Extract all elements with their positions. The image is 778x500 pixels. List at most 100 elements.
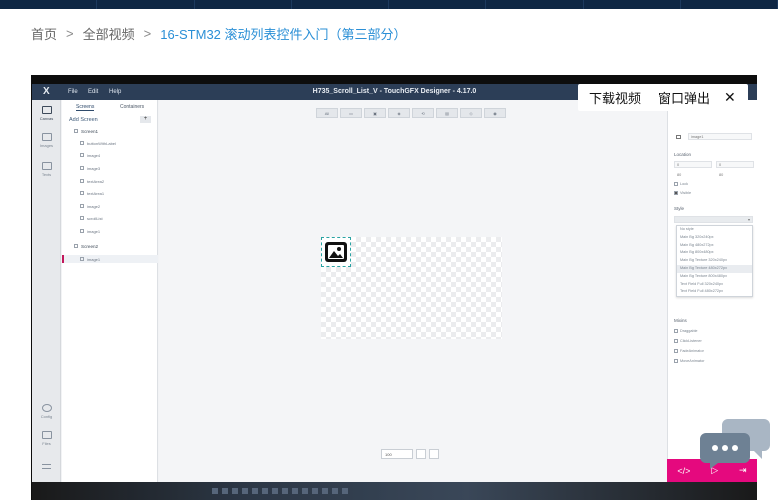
- mixin-fadeanimator[interactable]: FadeAnimator: [674, 349, 704, 353]
- video-player[interactable]: X File Edit Help H735_Scroll_List_V - To…: [31, 75, 757, 500]
- rail-files[interactable]: Files: [32, 431, 61, 446]
- zoom-select[interactable]: 100: [381, 449, 413, 459]
- breadcrumb-all-videos[interactable]: 全部视频: [83, 24, 135, 43]
- style-option[interactable]: Main Bg Texture 800x480px: [677, 273, 752, 281]
- design-canvas[interactable]: All ▭ ▣ ◈ ⟲ ▤ ◇ ◉ 100: [159, 100, 667, 482]
- tab-containers[interactable]: Containers: [120, 104, 144, 110]
- tool-shape[interactable]: ◇: [460, 108, 482, 118]
- tree-screen1[interactable]: Screen1: [62, 127, 158, 135]
- tree-node[interactable]: image2: [62, 202, 158, 210]
- style-option[interactable]: Main Bg 480x272px: [677, 242, 752, 250]
- x-field[interactable]: 0: [674, 161, 712, 168]
- style-select[interactable]: ▾: [674, 216, 753, 223]
- checkbox-icon: [674, 339, 678, 343]
- tree-node[interactable]: textArea2: [62, 177, 158, 185]
- tool-image[interactable]: ▣: [364, 108, 386, 118]
- widget-icon: [80, 179, 84, 183]
- tool-interaction[interactable]: ⟲: [412, 108, 434, 118]
- h-field[interactable]: 80: [716, 171, 754, 178]
- video-frame-touchgfx: X File Edit Help H735_Scroll_List_V - To…: [32, 84, 757, 482]
- tree-node-selected[interactable]: image1: [62, 255, 158, 263]
- code-icon[interactable]: </>: [677, 466, 690, 476]
- tree-node[interactable]: textArea1: [62, 189, 158, 197]
- rail-menu[interactable]: [32, 464, 61, 469]
- w-field[interactable]: 80: [674, 171, 712, 178]
- screens-tree-panel: Screens Containers Add Screen + Screen1 …: [62, 100, 158, 482]
- checkbox-icon: [674, 182, 678, 186]
- add-screen-label: Add Screen: [69, 117, 98, 123]
- style-dropdown-list: No style Main Bg 320x240px Main Bg 480x2…: [676, 225, 753, 297]
- chat-bubble-icon[interactable]: [698, 417, 772, 469]
- widget-image-icon: [676, 135, 681, 139]
- image-widget[interactable]: [321, 237, 351, 267]
- tool-container[interactable]: ▤: [436, 108, 458, 118]
- breadcrumb-separator: >: [66, 26, 74, 41]
- tool-all[interactable]: All: [316, 108, 338, 118]
- style-option[interactable]: No style: [677, 226, 752, 234]
- tree-node[interactable]: buttonWithLabel: [62, 139, 158, 147]
- style-option[interactable]: Text Field Full 480x272px: [677, 288, 752, 296]
- fit-icon[interactable]: [416, 449, 426, 459]
- widget-icon: [80, 257, 84, 261]
- screen-icon: [74, 129, 78, 133]
- style-section-label: Style: [674, 206, 685, 211]
- breadcrumb-separator: >: [143, 26, 152, 41]
- screen-icon: [74, 244, 78, 248]
- tree-node[interactable]: image4: [62, 151, 158, 159]
- actual-size-icon[interactable]: [429, 449, 439, 459]
- add-screen-button[interactable]: +: [140, 116, 151, 123]
- breadcrumb-home[interactable]: 首页: [31, 24, 57, 43]
- checkbox-icon: [674, 329, 678, 333]
- canvas-toolbar: All ▭ ▣ ◈ ⟲ ▤ ◇ ◉: [316, 108, 506, 118]
- rail-canvas[interactable]: Canvas: [32, 106, 61, 121]
- style-option-hover[interactable]: Main Bg Texture 480x272px: [677, 264, 752, 273]
- lock-checkbox[interactable]: Lock: [674, 182, 688, 186]
- tree-node[interactable]: scrollList: [62, 214, 158, 222]
- rail-images[interactable]: Images: [32, 133, 61, 148]
- widget-icon: [80, 153, 84, 157]
- widget-icon: [80, 141, 84, 145]
- video-taskbar-strip: [32, 482, 757, 500]
- widget-icon: [80, 166, 84, 170]
- chevron-down-icon: ▾: [747, 217, 750, 222]
- mixin-moveanimator[interactable]: MoveAnimator: [674, 359, 704, 363]
- popout-window-button[interactable]: 窗口弹出: [647, 88, 716, 107]
- config-icon: [41, 404, 52, 412]
- tree-node[interactable]: image1: [62, 227, 158, 235]
- checkbox-checked-icon: [674, 191, 678, 195]
- style-option[interactable]: Main Bg 320x240px: [677, 234, 752, 242]
- download-video-button[interactable]: 下载视频: [578, 88, 647, 107]
- tool-layers[interactable]: ◈: [388, 108, 410, 118]
- left-rail: Canvas Images Texts Config Files: [32, 100, 61, 482]
- files-icon: [41, 431, 52, 439]
- visible-checkbox[interactable]: Visible: [674, 191, 691, 195]
- style-option[interactable]: Main Bg 800x480px: [677, 249, 752, 257]
- rail-config[interactable]: Config: [32, 404, 61, 419]
- images-icon: [41, 133, 52, 141]
- mixin-clicklistener[interactable]: ClickListener: [674, 339, 702, 343]
- video-popup-toolbar: 下载视频 窗口弹出 ✕: [578, 84, 748, 111]
- widget-icon: [80, 204, 84, 208]
- site-top-bar: [0, 0, 778, 9]
- zoom-controls: 100: [381, 449, 439, 459]
- location-section-label: Location: [674, 152, 692, 157]
- mixins-section-label: Mixins: [674, 318, 687, 323]
- close-icon[interactable]: ✕: [724, 89, 736, 106]
- widget-icon: [80, 191, 84, 195]
- tree-node[interactable]: image3: [62, 164, 158, 172]
- style-option[interactable]: Main Bg Texture 320x240px: [677, 257, 752, 265]
- widget-name-field[interactable]: image1: [688, 133, 752, 140]
- hamburger-icon: [42, 464, 51, 469]
- y-field[interactable]: 0: [716, 161, 754, 168]
- rail-texts[interactable]: Texts: [32, 162, 61, 177]
- canvas-icon: [41, 106, 52, 114]
- tree-screen2[interactable]: Screen2: [62, 242, 158, 250]
- image-icon: [325, 242, 347, 262]
- mixin-draggable[interactable]: Draggable: [674, 329, 698, 333]
- tab-screens[interactable]: Screens: [76, 104, 95, 111]
- breadcrumb-current: 16-STM32 滚动列表控件入门（第三部分）: [160, 27, 407, 42]
- tool-screen[interactable]: ▭: [340, 108, 362, 118]
- checkbox-icon: [674, 349, 678, 353]
- style-option[interactable]: Text Field Full 320x240px: [677, 281, 752, 289]
- tool-widget[interactable]: ◉: [484, 108, 506, 118]
